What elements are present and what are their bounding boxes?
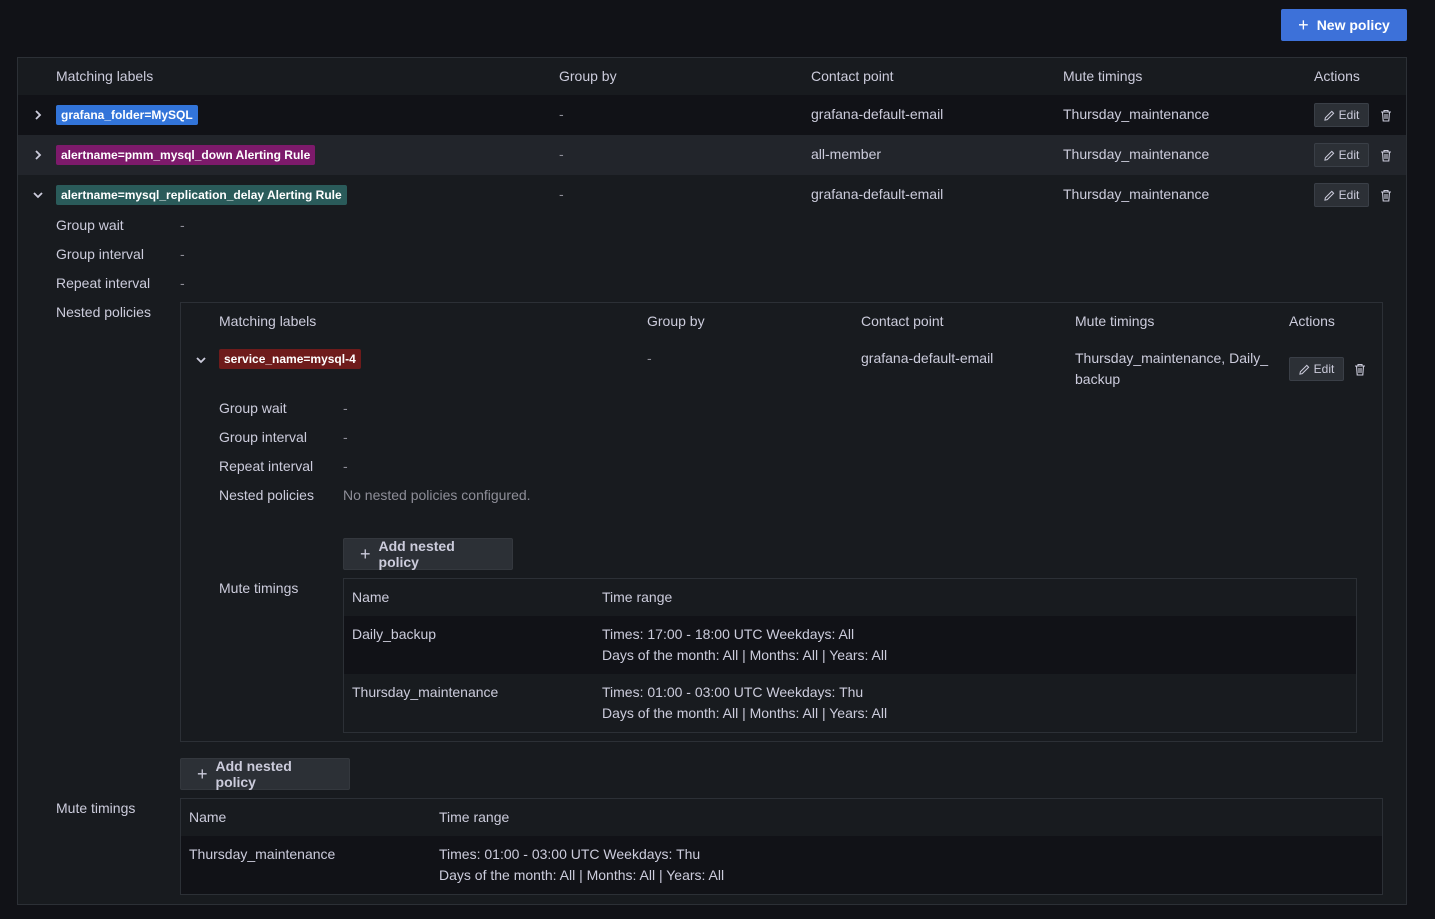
pen-icon [1298,364,1309,375]
table-row: Thursday_maintenance Times: 01:00 - 03:0… [181,836,1382,894]
edit-button[interactable]: Edit [1314,183,1369,207]
chevron-right-icon[interactable] [30,147,46,163]
edit-button[interactable]: Edit [1289,357,1344,381]
trash-icon[interactable] [1379,107,1393,123]
mute-timings-label: Mute timings [56,800,136,816]
plus-icon: + [360,543,371,564]
trash-icon[interactable] [1379,187,1393,203]
plus-icon: + [197,763,208,784]
mute-timings-label: Mute timings [219,580,299,596]
group-wait-value: - [343,400,348,416]
col-contact-point: Contact point [861,313,944,329]
contact-point-value: grafana-default-email [811,106,944,122]
contact-point-value: all-member [811,146,882,162]
mute-col-name: Name [189,809,227,825]
label-chip: service_name=mysql-4 [219,349,361,369]
new-policy-button[interactable]: + New policy [1281,9,1407,41]
group-interval-label: Group interval [219,429,307,445]
edit-label: Edit [1313,362,1335,376]
mute-timings-value-cont: backup [1075,371,1121,387]
col-group-by: Group by [647,313,705,329]
policies-table: Matching labels Group by Contact point M… [17,57,1407,905]
mute-time-range: Times: 01:00 - 03:00 UTC Weekdays: Thu [439,846,701,862]
repeat-interval-value: - [343,458,348,474]
edit-label: Edit [1338,148,1360,162]
group-by-value: - [559,146,564,162]
mute-col-name: Name [352,589,390,605]
nested-policies-label: Nested policies [56,304,151,320]
pen-icon [1323,150,1334,161]
nested-policies-label: Nested policies [219,487,314,503]
mute-timings-table: Name Time range Daily_backup Times: 17:0… [343,578,1357,733]
mute-time-range-detail: Days of the month: All | Months: All | Y… [439,867,725,883]
mute-time-range-detail: Days of the month: All | Months: All | Y… [602,705,888,721]
mute-timings-value: Thursday_maintenance [1063,146,1210,162]
mute-timings-value: Thursday_maintenance, Daily_ [1075,350,1268,366]
nested-policies-table: Matching labels Group by Contact point M… [180,302,1383,742]
edit-button[interactable]: Edit [1314,103,1369,127]
group-by-value: - [647,350,652,366]
add-nested-policy-button[interactable]: + Add nested policy [343,538,513,570]
chevron-right-icon[interactable] [30,107,46,123]
repeat-interval-value: - [180,275,185,291]
group-wait-label: Group wait [219,400,287,416]
label-chip: grafana_folder=MySQL [56,105,198,125]
contact-point-value: grafana-default-email [811,186,944,202]
label-chip: alertname=mysql_replication_delay Alerti… [56,185,347,205]
group-interval-value: - [343,429,348,445]
add-nested-policy-button[interactable]: + Add nested policy [180,758,350,790]
edit-label: Edit [1338,188,1360,202]
group-by-value: - [559,106,564,122]
contact-point-value: grafana-default-email [861,350,994,366]
repeat-interval-label: Repeat interval [56,275,151,291]
mute-name: Daily_backup [352,626,437,642]
edit-button[interactable]: Edit [1314,143,1369,167]
col-contact-point: Contact point [811,68,894,84]
chevron-down-icon[interactable] [30,187,46,203]
chevron-down-icon[interactable] [193,352,209,368]
col-mute-timings: Mute timings [1075,313,1155,329]
col-actions: Actions [1314,68,1360,84]
pen-icon [1323,190,1334,201]
col-matching-labels: Matching labels [219,313,317,329]
trash-icon[interactable] [1379,147,1393,163]
mute-time-range: Times: 01:00 - 03:00 UTC Weekdays: Thu [602,684,864,700]
add-nested-policy-label: Add nested policy [215,758,292,790]
col-mute-timings: Mute timings [1063,68,1143,84]
group-interval-value: - [180,246,185,262]
col-matching-labels: Matching labels [56,68,154,84]
new-policy-label: New policy [1316,17,1390,33]
col-actions: Actions [1289,313,1335,329]
trash-icon[interactable] [1353,361,1367,377]
group-wait-value: - [180,217,185,233]
plus-icon: + [1298,15,1309,35]
table-row: Thursday_maintenance Times: 01:00 - 03:0… [344,674,1356,732]
label-chip: alertname=pmm_mysql_down Alerting Rule [56,145,316,165]
add-nested-policy-label: Add nested policy [378,538,455,570]
mute-col-time-range: Time range [439,809,510,825]
mute-timings-value: Thursday_maintenance [1063,186,1210,202]
repeat-interval-label: Repeat interval [219,458,314,474]
pen-icon [1323,110,1334,121]
group-by-value: - [559,186,564,202]
mute-name: Thursday_maintenance [189,846,336,862]
mute-time-range: Times: 17:00 - 18:00 UTC Weekdays: All [602,626,855,642]
group-wait-label: Group wait [56,217,124,233]
mute-timings-value: Thursday_maintenance [1063,106,1210,122]
col-group-by: Group by [559,68,617,84]
group-interval-label: Group interval [56,246,144,262]
edit-label: Edit [1338,108,1360,122]
mute-name: Thursday_maintenance [352,684,499,700]
mute-col-time-range: Time range [602,589,673,605]
mute-time-range-detail: Days of the month: All | Months: All | Y… [602,647,888,663]
no-nested-policies-text: No nested policies configured. [343,487,531,503]
mute-timings-table: Name Time range Thursday_maintenance Tim… [180,798,1383,895]
table-row: Daily_backup Times: 17:00 - 18:00 UTC We… [344,616,1356,674]
